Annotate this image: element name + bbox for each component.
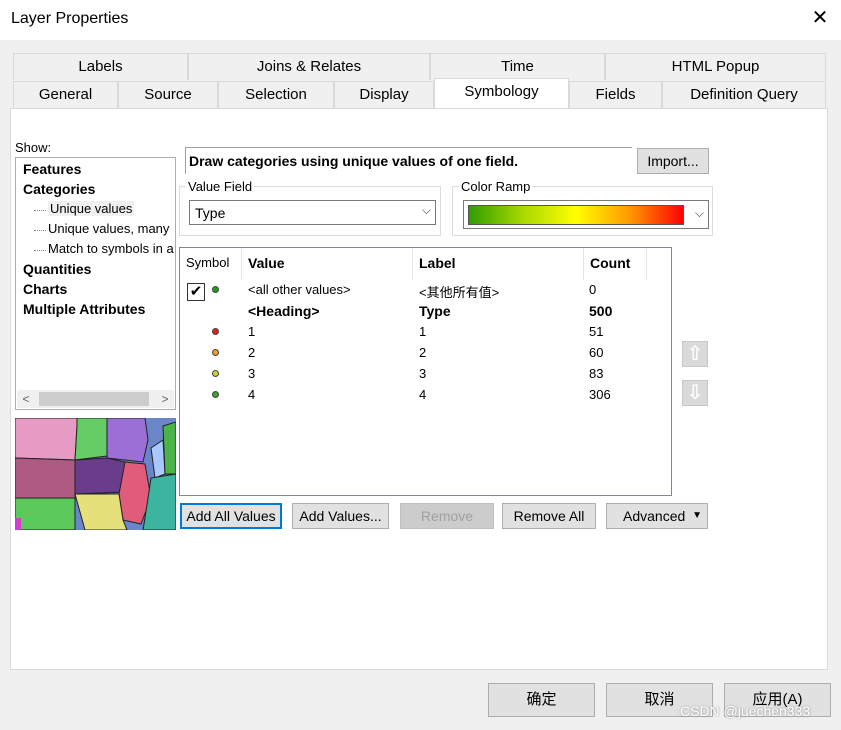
- remove-button[interactable]: Remove: [400, 503, 494, 529]
- value-field-value: Type: [195, 205, 226, 221]
- tab-symbology[interactable]: Symbology: [434, 78, 569, 109]
- show-item-unique-values-many[interactable]: Unique values, many: [34, 221, 169, 236]
- move-down-icon[interactable]: ⇩: [682, 380, 708, 406]
- show-item-match-to-symbols-in-a[interactable]: Match to symbols in a: [34, 241, 174, 256]
- value-field-select[interactable]: Type ⌵: [189, 200, 436, 225]
- cell-count[interactable]: 60: [589, 345, 603, 360]
- symbol-swatch[interactable]: [212, 349, 219, 356]
- show-item-charts[interactable]: Charts: [23, 281, 67, 297]
- show-item-categories[interactable]: Categories: [23, 181, 95, 197]
- cell-count[interactable]: 500: [589, 303, 612, 319]
- tree-connector: [34, 230, 46, 231]
- cell-value[interactable]: 4: [248, 387, 255, 402]
- scroll-thumb[interactable]: [39, 392, 149, 406]
- chevron-down-icon: ⌵: [694, 206, 704, 220]
- cell-label[interactable]: 1: [419, 324, 426, 339]
- tab-html-popup[interactable]: HTML Popup: [605, 53, 826, 80]
- show-label: Show:: [15, 140, 52, 155]
- symbol-swatch[interactable]: [212, 328, 219, 335]
- show-item-multiple-attributes[interactable]: Multiple Attributes: [23, 301, 145, 317]
- cell-count[interactable]: 83: [589, 366, 603, 381]
- add-values-button[interactable]: Add Values...: [292, 503, 389, 529]
- tab-joins-relates[interactable]: Joins & Relates: [188, 53, 430, 80]
- tab-labels[interactable]: Labels: [13, 53, 188, 80]
- row-checkbox[interactable]: ✔: [187, 283, 205, 301]
- color-ramp-swatch: [468, 205, 684, 225]
- color-ramp-select[interactable]: ⌵: [463, 200, 709, 229]
- symbol-swatch[interactable]: [212, 286, 219, 293]
- move-up-icon[interactable]: ⇧: [682, 341, 708, 367]
- import-button[interactable]: Import...: [637, 148, 709, 174]
- cell-value[interactable]: 3: [248, 366, 255, 381]
- cell-label[interactable]: 4: [419, 387, 426, 402]
- tab-display[interactable]: Display: [334, 81, 434, 108]
- cell-count[interactable]: 0: [589, 282, 596, 297]
- watermark: CSDN @juechen333: [680, 703, 811, 719]
- column-header-value[interactable]: Value: [242, 248, 413, 280]
- column-header-symbol[interactable]: Symbol: [180, 248, 242, 280]
- tab-source[interactable]: Source: [118, 81, 218, 108]
- renderer-description: Draw categories using unique values of o…: [185, 147, 632, 174]
- remove-all-button[interactable]: Remove All: [502, 503, 596, 529]
- close-icon[interactable]: ✕: [808, 6, 832, 30]
- tab-selection[interactable]: Selection: [218, 81, 334, 108]
- symbol-swatch[interactable]: [212, 370, 219, 377]
- tab-time[interactable]: Time: [430, 53, 605, 80]
- cell-value[interactable]: <all other values>: [248, 282, 351, 297]
- value-field-title: Value Field: [186, 179, 255, 194]
- advanced-label: Advanced: [623, 508, 686, 524]
- tab-general[interactable]: General: [13, 81, 118, 108]
- cell-label[interactable]: 2: [419, 345, 426, 360]
- cell-count[interactable]: 51: [589, 324, 603, 339]
- show-tree[interactable]: Features Categories Unique values Unique va…: [15, 157, 176, 410]
- cell-count[interactable]: 306: [589, 387, 611, 402]
- chevron-down-icon: ⌵: [421, 203, 431, 217]
- color-ramp-title: Color Ramp: [459, 179, 533, 194]
- symbol-swatch[interactable]: [212, 391, 219, 398]
- column-header-label[interactable]: Label: [413, 248, 584, 280]
- cell-label[interactable]: Type: [419, 303, 451, 319]
- scroll-left-icon[interactable]: <: [17, 390, 35, 408]
- cell-value[interactable]: 1: [248, 324, 255, 339]
- cell-label[interactable]: 3: [419, 366, 426, 381]
- show-item-quantities[interactable]: Quantities: [23, 261, 91, 277]
- tab-definition-query[interactable]: Definition Query: [662, 81, 826, 108]
- symbology-preview-map: [15, 418, 176, 530]
- window-title: Layer Properties: [11, 10, 129, 27]
- tab-fields[interactable]: Fields: [569, 81, 662, 108]
- dropdown-arrow-icon: ▼: [692, 510, 702, 521]
- values-table[interactable]: Symbol Value Label Count ✔ <all other val…: [179, 247, 672, 496]
- cell-value[interactable]: 2: [248, 345, 255, 360]
- advanced-button[interactable]: Advanced ▼: [606, 503, 708, 529]
- tree-connector: [34, 250, 46, 251]
- scroll-right-icon[interactable]: >: [156, 390, 174, 408]
- show-item-unique-values[interactable]: Unique values: [34, 201, 135, 216]
- cell-value[interactable]: <Heading>: [248, 303, 320, 319]
- ok-button[interactable]: 确定: [488, 683, 595, 717]
- tree-connector: [34, 210, 46, 211]
- add-all-values-button[interactable]: Add All Values: [180, 503, 282, 529]
- show-item-features[interactable]: Features: [23, 161, 81, 177]
- cell-label[interactable]: <其他所有值>: [419, 282, 499, 301]
- column-header-count[interactable]: Count: [584, 248, 647, 280]
- horizontal-scrollbar[interactable]: < >: [17, 390, 174, 408]
